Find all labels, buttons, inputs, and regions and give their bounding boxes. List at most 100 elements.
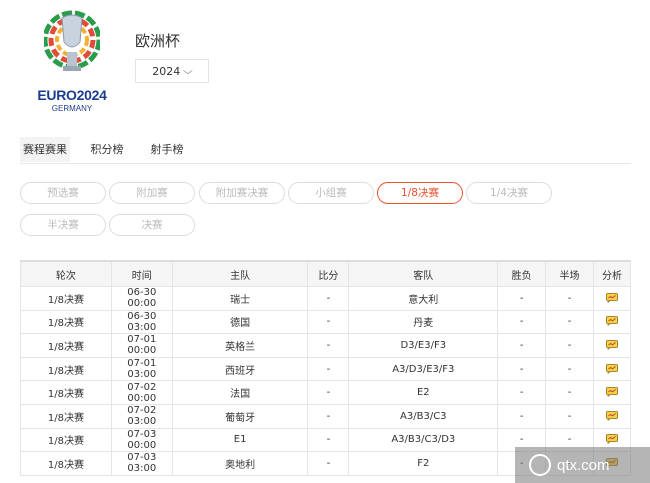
cell-result: - xyxy=(497,403,547,429)
cell-home-team[interactable]: 德国 xyxy=(171,309,309,335)
cell-away-team[interactable]: A3/D3/E3/F3 xyxy=(348,356,499,382)
cell-result: - xyxy=(497,333,547,358)
cell-score: - xyxy=(307,451,350,476)
match-table: 轮次 时间 主队 比分 客队 胜负 半场 分析 1/8决赛 06-30 00:00… xyxy=(20,260,631,476)
analysis-icon[interactable] xyxy=(606,316,618,327)
col-result: 胜负 xyxy=(497,260,547,287)
cell-time: 07-02 00:00 xyxy=(110,380,173,405)
watermark-logo-icon xyxy=(529,454,551,476)
cell-score: - xyxy=(307,286,350,311)
stage-final[interactable]: 决赛 xyxy=(109,214,195,236)
cell-result: - xyxy=(497,309,547,335)
stage-playoff[interactable]: 附加赛 xyxy=(109,182,195,204)
col-time: 时间 xyxy=(110,260,173,287)
year-select[interactable]: 2024 ⌵ xyxy=(135,59,209,83)
table-header-row: 轮次 时间 主队 比分 客队 胜负 半场 分析 xyxy=(20,260,631,287)
cell-away-team[interactable]: E2 xyxy=(348,380,499,405)
cell-score: - xyxy=(307,309,350,335)
cell-time: 07-02 03:00 xyxy=(110,403,173,429)
tab-standings[interactable]: 积分榜 xyxy=(82,137,132,162)
watermark: qtx.com xyxy=(515,447,650,483)
cell-halftime: - xyxy=(545,286,594,311)
cell-home-team[interactable]: 葡萄牙 xyxy=(171,403,309,429)
cell-away-team[interactable]: 丹麦 xyxy=(348,309,499,335)
page-title: 欧洲杯 xyxy=(135,32,181,50)
cell-analysis[interactable] xyxy=(593,380,631,405)
table-row: 1/8决赛 07-02 00:00 法国 - E2- - xyxy=(20,380,631,405)
cell-score: - xyxy=(307,333,350,358)
tab-schedule[interactable]: 赛程赛果 xyxy=(20,137,70,162)
analysis-icon[interactable] xyxy=(606,434,618,445)
cell-round: 1/8决赛 xyxy=(20,451,112,476)
cell-away-team[interactable]: D3/E3/F3 xyxy=(348,333,499,358)
cell-home-team[interactable]: 法国 xyxy=(171,380,309,405)
stage-round-of-16[interactable]: 1/8决赛 xyxy=(377,182,463,204)
cell-halftime: - xyxy=(545,356,594,382)
stage-quarterfinal[interactable]: 1/4决赛 xyxy=(466,182,552,204)
table-row: 1/8决赛 06-30 03:00 德国 - 丹麦 - - xyxy=(20,309,631,335)
trophy-icon xyxy=(42,8,102,80)
cell-time: 07-03 00:00 xyxy=(110,427,173,453)
tab-scorers[interactable]: 射手榜 xyxy=(142,137,192,162)
cell-halftime: - xyxy=(545,333,594,358)
cell-score: - xyxy=(307,403,350,429)
cell-round: 1/8决赛 xyxy=(20,286,112,311)
cell-halftime: - xyxy=(545,403,594,429)
table-row: 1/8决赛 07-02 03:00 葡萄牙 - A3/B3/C3- - xyxy=(20,403,631,429)
stage-group[interactable]: 小组赛 xyxy=(288,182,374,204)
brand-subtext: GERMANY xyxy=(51,104,93,113)
cell-away-team[interactable]: A3/B3/C3 xyxy=(348,403,499,429)
cell-score: - xyxy=(307,356,350,382)
cell-score: - xyxy=(307,427,350,453)
cell-round: 1/8决赛 xyxy=(20,380,112,405)
cell-analysis[interactable] xyxy=(593,356,631,382)
cell-score: - xyxy=(307,380,350,405)
analysis-icon[interactable] xyxy=(606,340,618,350)
analysis-icon[interactable] xyxy=(606,387,618,398)
cell-analysis[interactable] xyxy=(593,403,631,429)
watermark-text: qtx.com xyxy=(557,456,610,474)
cell-analysis[interactable] xyxy=(593,286,631,311)
table-row: 1/8决赛 07-01 00:00 英格兰 - D3/E3/F3- - xyxy=(20,333,631,358)
cell-result: - xyxy=(497,356,547,382)
cell-away-team[interactable]: F2 xyxy=(348,451,499,476)
table-row: 1/8决赛 06-30 00:00 瑞士 - 意大利 - - xyxy=(20,286,631,311)
analysis-icon[interactable] xyxy=(606,410,618,421)
brand-text: EURO2024 xyxy=(37,87,107,103)
cell-round: 1/8决赛 xyxy=(20,356,112,382)
cell-halftime: - xyxy=(545,309,594,335)
cell-time: 07-01 03:00 xyxy=(110,356,173,382)
cell-away-team[interactable]: 意大利 xyxy=(348,286,499,311)
cell-home-team[interactable]: E1 xyxy=(171,427,309,453)
cell-time: 06-30 03:00 xyxy=(110,309,173,335)
cell-time: 06-30 00:00 xyxy=(110,286,173,311)
cell-time: 07-01 00:00 xyxy=(110,333,173,358)
cell-halftime: - xyxy=(545,380,594,405)
chevron-down-icon: ⌵ xyxy=(183,65,193,77)
cell-home-team[interactable]: 西班牙 xyxy=(171,356,309,382)
cell-round: 1/8决赛 xyxy=(20,333,112,358)
tab-bar: 赛程赛果 积分榜 射手榜 xyxy=(20,137,631,164)
stage-qualifying[interactable]: 预选赛 xyxy=(20,182,106,204)
cell-home-team[interactable]: 奥地利 xyxy=(171,451,309,476)
cell-home-team[interactable]: 瑞士 xyxy=(171,286,309,311)
cell-away-team[interactable]: A3/B3/C3/D3 xyxy=(348,427,499,453)
cell-home-team[interactable]: 英格兰 xyxy=(171,333,309,358)
year-select-value: 2024 xyxy=(152,64,181,78)
cell-time: 07-03 03:00 xyxy=(110,451,173,476)
cell-round: 1/8决赛 xyxy=(20,427,112,453)
cell-result: - xyxy=(497,286,547,311)
cell-analysis[interactable] xyxy=(593,309,631,335)
euro2024-logo: EURO2024 GERMANY xyxy=(30,8,114,113)
col-halftime: 半场 xyxy=(545,260,594,287)
cell-analysis[interactable] xyxy=(593,333,631,358)
analysis-icon[interactable] xyxy=(606,363,618,374)
table-row: 1/8决赛 07-01 03:00 西班牙 - A3/D3/E3/F3- - xyxy=(20,356,631,382)
stage-semifinal[interactable]: 半决赛 xyxy=(20,214,106,236)
col-home: 主队 xyxy=(171,260,309,287)
analysis-icon[interactable] xyxy=(606,292,618,303)
col-score: 比分 xyxy=(307,260,350,287)
col-analysis: 分析 xyxy=(593,260,631,287)
cell-round: 1/8决赛 xyxy=(20,403,112,429)
stage-playoff-final[interactable]: 附加赛决赛 xyxy=(199,182,285,204)
